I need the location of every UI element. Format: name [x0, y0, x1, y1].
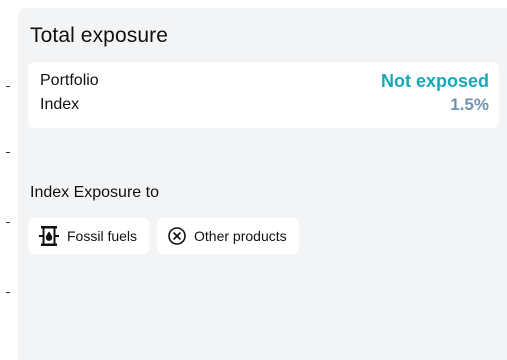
gutter-tick: [6, 292, 10, 293]
oil-barrel-icon: [38, 225, 60, 247]
index-exposure-heading: Index Exposure to: [30, 184, 159, 201]
chip-label: Other products: [194, 228, 287, 244]
chip-label: Fossil fuels: [67, 228, 138, 244]
chip-fossil-fuels[interactable]: Fossil fuels: [28, 218, 150, 254]
index-exposure-value: 1.5%: [450, 95, 489, 114]
exposure-row-portfolio: Portfolio Not exposed: [40, 69, 489, 93]
gutter-tick: [6, 222, 10, 223]
gutter-tick: [6, 152, 10, 153]
total-exposure-panel: Total exposure Portfolio Not exposed Ind…: [18, 8, 507, 360]
exposure-summary: Portfolio Not exposed Index 1.5%: [28, 62, 499, 128]
index-label: Index: [40, 96, 80, 113]
portfolio-exposure-value: Not exposed: [380, 70, 489, 91]
portfolio-label: Portfolio: [40, 72, 99, 89]
chip-other-products[interactable]: Other products: [157, 218, 299, 254]
panel-title: Total exposure: [30, 24, 168, 47]
exposure-chips: Fossil fuels Other products: [28, 218, 299, 254]
left-gutter: [0, 0, 18, 360]
exposure-row-index: Index 1.5%: [40, 93, 489, 117]
gutter-tick: [6, 86, 10, 87]
circle-x-icon: [167, 226, 187, 246]
